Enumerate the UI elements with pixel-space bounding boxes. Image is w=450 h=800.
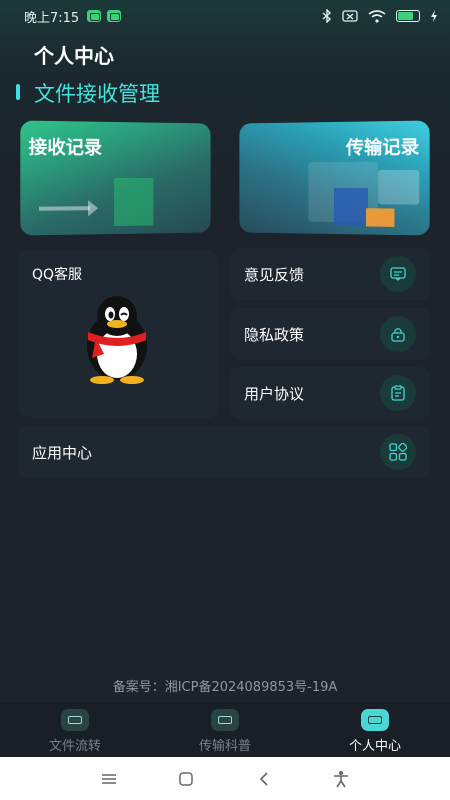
tab-label: 个人中心 [349,735,401,754]
wifi-icon [368,10,386,23]
tab-label: 文件流转 [49,735,101,754]
user-agreement-item[interactable]: 用户协议 [230,367,430,419]
blue-block-decoration [334,188,368,226]
tab-file-transfer[interactable]: 文件流转 [0,703,150,757]
accessibility-nav-button[interactable] [330,768,352,790]
bluetooth-icon [322,9,332,23]
section-title: 文件接收管理 [34,78,160,108]
qq-service-panel[interactable]: QQ客服 [18,250,218,418]
transfer-records-card[interactable]: 传输记录 [239,120,429,235]
notification-icon [107,10,121,22]
app-center-label: 应用中心 [32,442,92,463]
menu-nav-button[interactable] [98,768,120,790]
tab-label: 传输科普 [199,735,251,754]
transfer-records-label: 传输记录 [346,133,419,160]
receive-records-card[interactable]: 接收记录 [20,120,210,235]
qq-service-label: QQ客服 [32,264,82,284]
accessibility-icon [333,770,349,788]
back-chevron-icon [259,772,269,786]
home-nav-button[interactable] [175,768,197,790]
tab-transfer-science[interactable]: 传输科普 [150,703,300,757]
feedback-item[interactable]: 意见反馈 [230,248,430,300]
status-right [322,9,438,23]
user-agreement-label: 用户协议 [244,383,304,404]
section-accent-bar [16,84,20,100]
page-title: 个人中心 [34,40,114,69]
back-nav-button[interactable] [253,768,275,790]
notification-icon [87,10,101,22]
orange-block-decoration [366,208,394,227]
app-center-item[interactable]: 应用中心 [18,426,430,478]
feedback-icon [380,256,416,292]
system-nav-bar [0,757,450,800]
profile-tab-icon [361,709,389,731]
tab-personal-center[interactable]: 个人中心 [300,703,450,757]
file-transfer-tab-icon [61,709,89,731]
battery-icon [396,10,420,22]
status-bar: 晚上7:15 [0,0,450,32]
box-decoration [114,178,153,226]
receive-records-label: 接收记录 [29,133,102,160]
arrow-decoration [39,206,90,210]
chat-tab-icon [211,709,239,731]
menu-icon [101,773,117,785]
feedback-label: 意见反馈 [244,264,304,285]
no-sim-icon [342,10,358,22]
privacy-policy-item[interactable]: 隐私政策 [230,308,430,360]
qq-penguin-icon [74,294,160,384]
bottom-tab-bar: 文件流转 传输科普 个人中心 [0,703,450,757]
icp-record-text: 备案号：湘ICP备2024089853号-19A [0,676,450,695]
status-time: 晚上7:15 [24,7,79,26]
privacy-policy-label: 隐私政策 [244,324,304,345]
home-square-icon [179,772,193,786]
lock-icon [380,316,416,352]
white-block-decoration [378,170,419,205]
grid-icon [380,434,416,470]
charging-icon [430,10,438,22]
document-icon [380,375,416,411]
screen: 晚上7:15 个人中心 文件接收管理 接收记录 传输记录 QQ客服 意见反馈 隐… [0,0,450,757]
